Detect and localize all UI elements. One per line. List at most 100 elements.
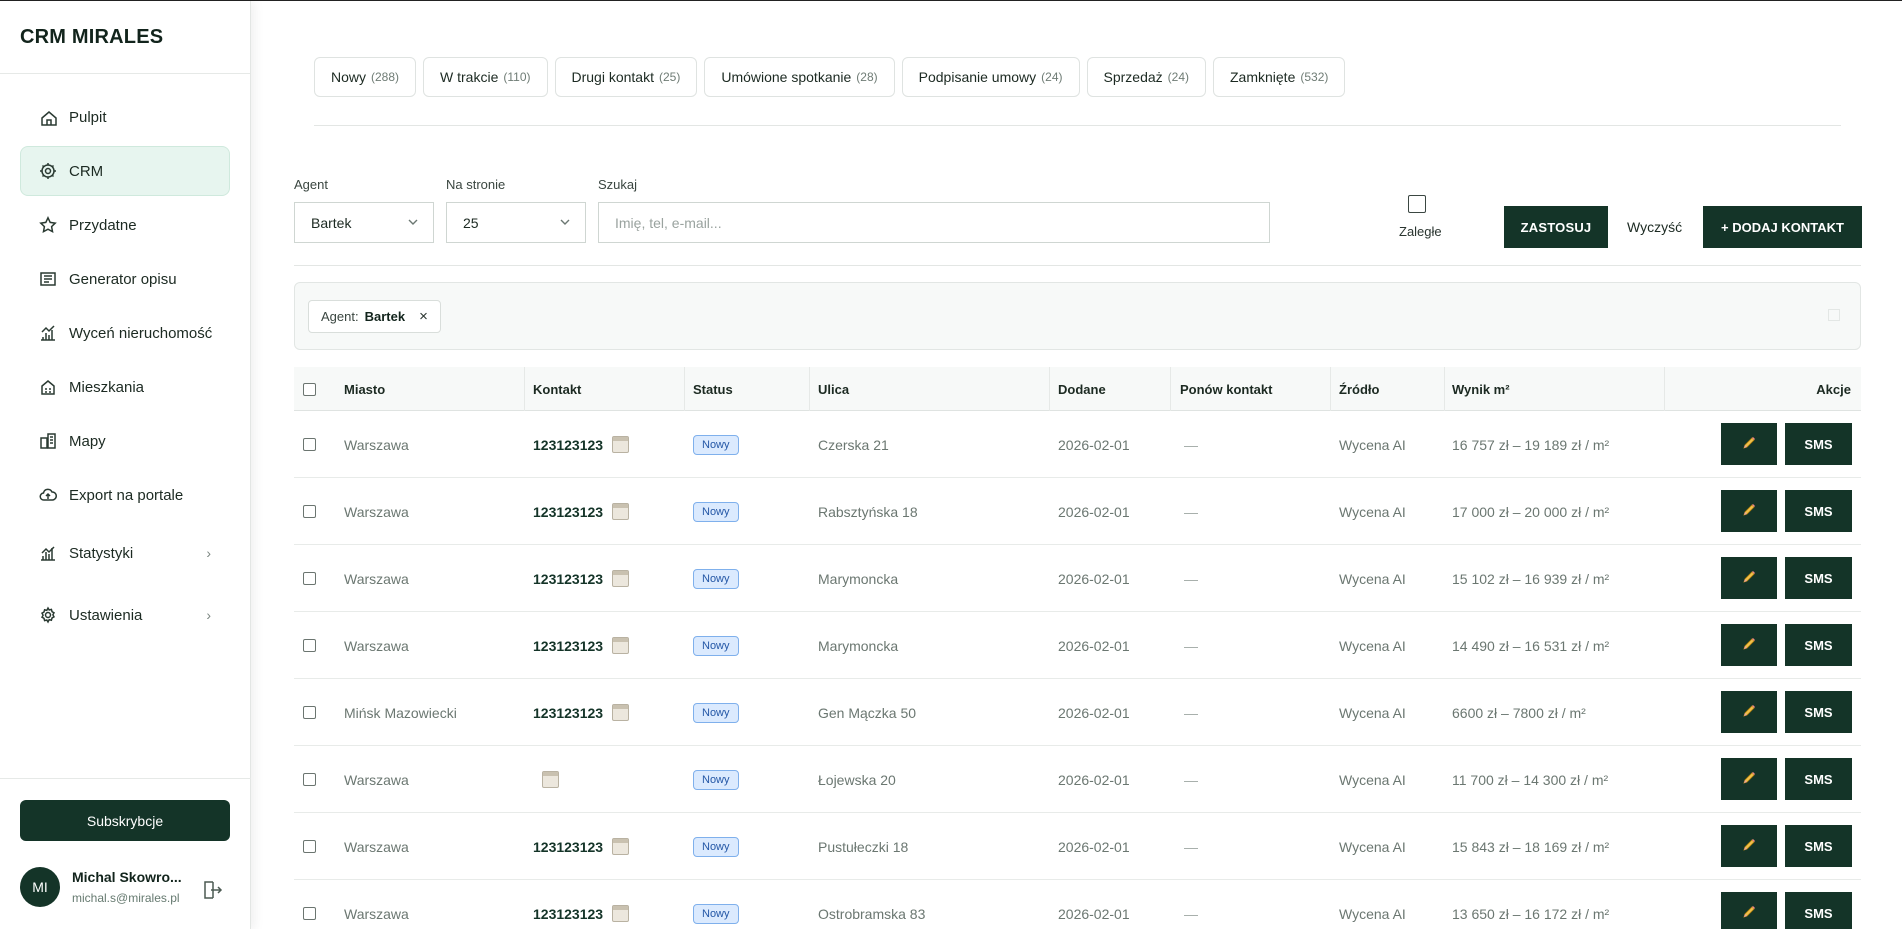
tab-4[interactable]: Podpisanie umowy (24) bbox=[901, 57, 1080, 97]
table-row[interactable]: Warszawa 123123123 Nowy Rabsztyńska 18 2026-… bbox=[294, 478, 1861, 545]
faint-checkbox[interactable] bbox=[1828, 309, 1840, 321]
sidebar-item-pulpit[interactable]: Pulpit bbox=[20, 92, 230, 142]
row-checkbox[interactable] bbox=[303, 505, 316, 518]
tab-5[interactable]: Sprzedaż (24) bbox=[1086, 57, 1206, 97]
edit-button[interactable] bbox=[1721, 624, 1777, 666]
agent-filter-chip[interactable]: Agent: Bartek × bbox=[308, 300, 441, 333]
edit-button[interactable] bbox=[1721, 758, 1777, 800]
table-row[interactable]: Warszawa 123123123 Nowy Czerska 21 2026-02-0… bbox=[294, 411, 1861, 478]
sms-button[interactable]: SMS bbox=[1785, 423, 1852, 465]
sms-button[interactable]: SMS bbox=[1785, 557, 1852, 599]
overdue-checkbox[interactable] bbox=[1408, 195, 1426, 213]
calendar-icon[interactable] bbox=[612, 503, 630, 520]
contact-phone-link[interactable]: 123123123 bbox=[533, 906, 603, 922]
header-source[interactable]: Źródło bbox=[1339, 367, 1379, 411]
clear-button[interactable]: Wyczyść bbox=[1627, 206, 1682, 248]
contact-phone-link[interactable]: 123123123 bbox=[533, 705, 603, 721]
table-row[interactable]: Warszawa 123123123 Nowy Ostrobramska 83 2026… bbox=[294, 880, 1861, 929]
logout-icon[interactable] bbox=[199, 878, 223, 902]
header-added[interactable]: Dodane bbox=[1058, 367, 1106, 411]
header-city[interactable]: Miasto bbox=[344, 367, 385, 411]
sms-button[interactable]: SMS bbox=[1785, 490, 1852, 532]
faint-toggle[interactable] bbox=[1822, 309, 1840, 321]
source-cell: Wycena AI bbox=[1339, 570, 1406, 587]
sidebar-divider bbox=[0, 778, 251, 779]
sms-button[interactable]: SMS bbox=[1785, 825, 1852, 867]
header-status[interactable]: Status bbox=[693, 367, 733, 411]
add-contact-button[interactable]: + DODAJ KONTAKT bbox=[1703, 206, 1862, 248]
search-input[interactable] bbox=[598, 202, 1270, 243]
subscriptions-button[interactable]: Subskrybcje bbox=[20, 800, 230, 841]
sidebar-item-label: Generator opisu bbox=[69, 270, 177, 288]
calendar-icon[interactable] bbox=[612, 570, 630, 587]
tab-count: (25) bbox=[658, 70, 681, 84]
calendar-icon[interactable] bbox=[612, 704, 630, 721]
sidebar-item-statystyki[interactable]: Statystyki › bbox=[20, 524, 230, 582]
contact-phone-link[interactable]: 123123123 bbox=[533, 638, 603, 654]
contact-phone-link[interactable]: 123123123 bbox=[533, 504, 603, 520]
calendar-icon[interactable] bbox=[612, 905, 630, 922]
apply-button[interactable]: ZASTOSUJ bbox=[1504, 206, 1608, 248]
agent-select[interactable]: Bartek bbox=[294, 202, 434, 243]
sidebar-item-generator-opisu[interactable]: Generator opisu bbox=[20, 254, 230, 304]
edit-button[interactable] bbox=[1721, 691, 1777, 733]
sidebar-item-mieszkania[interactable]: Mieszkania bbox=[20, 362, 230, 412]
tab-0[interactable]: Nowy (288) bbox=[314, 57, 417, 97]
table-row[interactable]: Warszawa 123123123 Nowy Pustułeczki 18 2026-… bbox=[294, 813, 1861, 880]
calendar-icon[interactable] bbox=[542, 771, 559, 788]
edit-button[interactable] bbox=[1721, 892, 1777, 929]
select-all-checkbox[interactable] bbox=[303, 382, 316, 396]
row-checkbox[interactable] bbox=[303, 840, 316, 853]
contact-phone-link[interactable]: 123123123 bbox=[533, 839, 603, 855]
table-row[interactable]: Mińsk Mazowiecki 123123123 Nowy Gen Mączka … bbox=[294, 679, 1861, 746]
edit-button[interactable] bbox=[1721, 825, 1777, 867]
user-profile[interactable]: MI Michal Skowro... michal.s@mirales.pl bbox=[20, 867, 182, 907]
tab-label: Sprzedaż bbox=[1103, 69, 1163, 85]
header-street[interactable]: Ulica bbox=[818, 367, 849, 411]
calendar-icon[interactable] bbox=[612, 838, 630, 855]
sidebar-item-przydatne[interactable]: Przydatne bbox=[20, 200, 230, 250]
gear-icon bbox=[39, 606, 57, 624]
status-tabs: Nowy (288) W trakcie (110) Drugi kontakt (25)… bbox=[314, 57, 1352, 97]
header-recontact[interactable]: Ponów kontakt bbox=[1180, 367, 1272, 411]
edit-button[interactable] bbox=[1721, 423, 1777, 465]
calendar-icon[interactable] bbox=[612, 436, 630, 453]
sidebar-item-mapy[interactable]: Mapy bbox=[20, 416, 230, 466]
row-checkbox[interactable] bbox=[303, 438, 316, 451]
sms-button[interactable]: SMS bbox=[1785, 758, 1852, 800]
row-checkbox[interactable] bbox=[303, 639, 316, 652]
header-contact[interactable]: Kontakt bbox=[533, 367, 581, 411]
row-checkbox[interactable] bbox=[303, 572, 316, 585]
sidebar-item-wyce-nieruchomo[interactable]: Wyceń nieruchomość bbox=[20, 308, 230, 358]
row-checkbox[interactable] bbox=[303, 773, 316, 786]
chip-value: Bartek bbox=[364, 309, 406, 324]
contact-phone-link[interactable]: 123123123 bbox=[533, 437, 603, 453]
sidebar-item-crm[interactable]: CRM bbox=[20, 146, 230, 196]
contact-phone-link[interactable]: 123123123 bbox=[533, 571, 603, 587]
tab-3[interactable]: Umówione spotkanie (28) bbox=[704, 57, 895, 97]
calendar-icon[interactable] bbox=[612, 637, 630, 654]
sms-button[interactable]: SMS bbox=[1785, 691, 1852, 733]
sms-button[interactable]: SMS bbox=[1785, 624, 1852, 666]
tab-1[interactable]: W trakcie (110) bbox=[423, 57, 548, 97]
row-checkbox[interactable] bbox=[303, 706, 316, 719]
tab-6[interactable]: Zamknięte (532) bbox=[1213, 57, 1346, 97]
sidebar-item-export-na-portale[interactable]: Export na portale bbox=[20, 470, 230, 520]
edit-button[interactable] bbox=[1721, 490, 1777, 532]
edit-button[interactable] bbox=[1721, 557, 1777, 599]
per-page-select[interactable]: 25 bbox=[446, 202, 586, 243]
street-cell: Marymoncka bbox=[818, 570, 899, 587]
table-row[interactable]: Warszawa Nowy Łojewska 20 2026-02-01 — Wycena… bbox=[294, 746, 1861, 813]
header-result[interactable]: Wynik m² bbox=[1452, 367, 1510, 411]
street-cell: Gen Mączka 50 bbox=[818, 704, 917, 721]
table-row[interactable]: Warszawa 123123123 Nowy Marymoncka 2026-02-0… bbox=[294, 612, 1861, 679]
sms-button[interactable]: SMS bbox=[1785, 892, 1852, 929]
tab-label: Drugi kontakt bbox=[571, 69, 654, 85]
table-row[interactable]: Warszawa 123123123 Nowy Marymoncka 2026-02-0… bbox=[294, 545, 1861, 612]
close-icon[interactable]: × bbox=[419, 308, 428, 325]
tab-2[interactable]: Drugi kontakt (25) bbox=[554, 57, 698, 97]
sidebar-item-ustawienia[interactable]: Ustawienia › bbox=[20, 586, 230, 644]
agent-select-value: Bartek bbox=[311, 214, 352, 231]
user-name: Michal Skowro... bbox=[72, 869, 182, 885]
row-checkbox[interactable] bbox=[303, 907, 316, 920]
